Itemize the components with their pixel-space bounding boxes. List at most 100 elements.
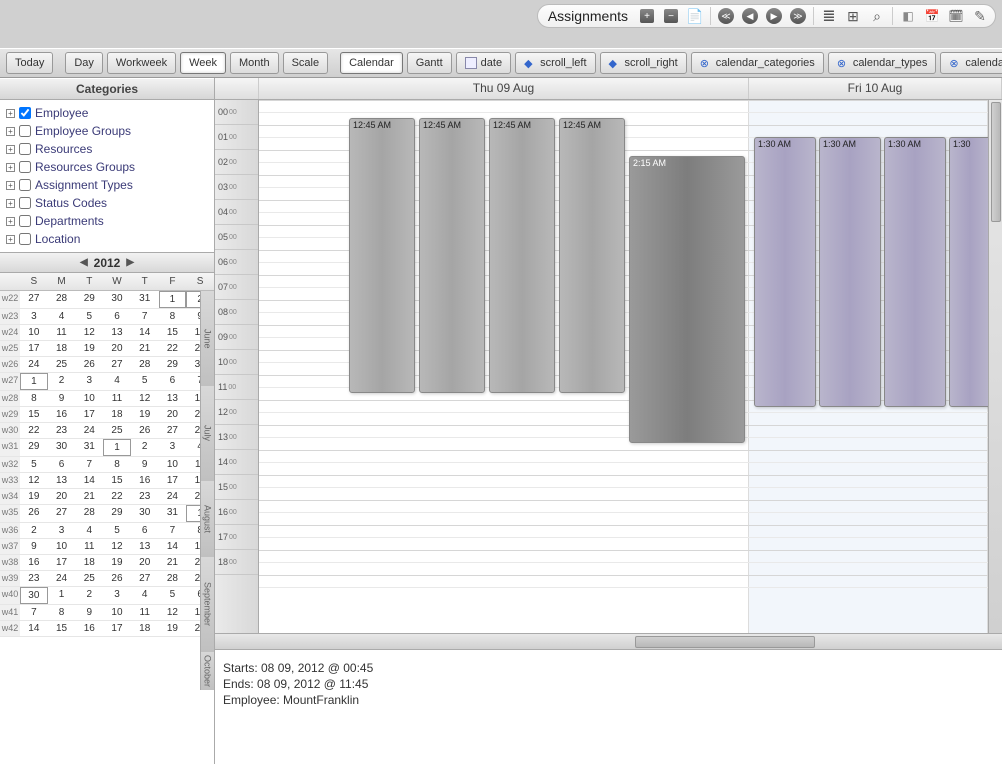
mini-cal-day[interactable]: 20 (131, 555, 159, 570)
mini-cal-day[interactable]: 7 (75, 457, 103, 472)
mini-cal-day[interactable]: 19 (103, 555, 131, 570)
zoom-icon[interactable]: ⌕ (868, 7, 886, 25)
mini-cal-day[interactable]: 30 (20, 587, 48, 604)
mini-cal-row[interactable]: w2410111213141516 (0, 325, 214, 341)
mini-cal-row[interactable]: w379101112131415 (0, 539, 214, 555)
calendar1-icon[interactable]: 📅 (923, 7, 941, 25)
mini-cal-day[interactable]: 20 (48, 489, 76, 504)
mini-cal-day[interactable]: 3 (103, 587, 131, 604)
mini-cal-day[interactable]: 19 (20, 489, 48, 504)
mini-cal-day[interactable]: 14 (131, 325, 159, 340)
mini-cal-day[interactable]: 9 (20, 539, 48, 554)
month-tab[interactable]: July (200, 386, 214, 481)
mini-cal-day[interactable]: 31 (131, 291, 159, 308)
mini-cal-day[interactable]: 25 (48, 357, 76, 372)
mini-cal-day[interactable]: 17 (20, 341, 48, 356)
mini-cal-day[interactable]: 12 (20, 473, 48, 488)
today-button[interactable]: Today (6, 52, 53, 74)
expand-icon[interactable]: + (6, 145, 15, 154)
mini-cal-day[interactable]: 24 (75, 423, 103, 438)
mini-cal-day[interactable]: 5 (159, 587, 187, 604)
mini-cal-day[interactable]: 8 (48, 605, 76, 620)
mini-cal-day[interactable]: 22 (159, 341, 187, 356)
mini-cal-day[interactable]: 5 (75, 309, 103, 324)
doc-icon[interactable]: 📄 (686, 7, 704, 25)
mini-cal-day[interactable]: 8 (159, 309, 187, 324)
calendar-event[interactable]: 12:45 AM (489, 118, 555, 393)
edit-icon[interactable]: ✎ (971, 7, 989, 25)
mini-cal-day[interactable]: 14 (75, 473, 103, 488)
mini-cal-day[interactable]: 26 (131, 423, 159, 438)
mini-cal-day[interactable]: 8 (103, 457, 131, 472)
month-tab[interactable]: October (200, 652, 214, 690)
mini-cal-day[interactable]: 21 (159, 555, 187, 570)
category-checkbox[interactable] (19, 179, 31, 191)
add-icon[interactable]: + (638, 7, 656, 25)
mini-cal-day[interactable]: 13 (131, 539, 159, 554)
mini-cal-day[interactable]: 30 (48, 439, 76, 456)
mini-cal-day[interactable]: 30 (103, 291, 131, 308)
mini-cal-row[interactable]: w22272829303112 (0, 291, 214, 309)
calendar-event[interactable]: 12:45 AM (559, 118, 625, 393)
day-header-thu[interactable]: Thu 09 Aug (259, 78, 749, 99)
mini-cal-day[interactable]: 14 (159, 539, 187, 554)
mini-cal-day[interactable]: 17 (159, 473, 187, 488)
mini-cal-day[interactable]: 24 (20, 357, 48, 372)
mini-cal-day[interactable]: 17 (48, 555, 76, 570)
mini-cal-day[interactable]: 6 (48, 457, 76, 472)
month-tab[interactable]: August (200, 481, 214, 557)
category-item[interactable]: + Departments (6, 212, 208, 230)
mini-cal-row[interactable]: w4178910111213 (0, 605, 214, 621)
category-item[interactable]: + Resources (6, 140, 208, 158)
mini-cal-row[interactable]: w4030123456 (0, 587, 214, 605)
mini-cal-row[interactable]: w271234567 (0, 373, 214, 391)
calendar-button[interactable]: Calendar (340, 52, 403, 74)
category-item[interactable]: + Employee (6, 104, 208, 122)
mini-cal-day[interactable]: 6 (159, 373, 187, 390)
eraser-icon[interactable]: ◧ (899, 7, 917, 25)
mini-cal-day[interactable]: 8 (20, 391, 48, 406)
next-icon[interactable]: ▶ (765, 7, 783, 25)
mini-cal-day[interactable]: 12 (103, 539, 131, 554)
category-item[interactable]: + Status Codes (6, 194, 208, 212)
calendar2-icon[interactable]: 🗓 (947, 7, 965, 25)
mini-cal-day[interactable]: 15 (20, 407, 48, 422)
mini-cal-day[interactable]: 23 (48, 423, 76, 438)
mini-cal-day[interactable]: 28 (75, 505, 103, 522)
vscroll-thumb[interactable] (991, 102, 1001, 222)
mini-cal-day[interactable]: 12 (131, 391, 159, 406)
mini-cal-day[interactable]: 18 (131, 621, 159, 636)
calendar-event[interactable]: 12:45 AM (419, 118, 485, 393)
mini-cal-day[interactable]: 11 (131, 605, 159, 620)
mini-cal-day[interactable]: 21 (75, 489, 103, 504)
mini-cal-day[interactable]: 31 (159, 505, 187, 522)
mini-cal-row[interactable]: w3923242526272829 (0, 571, 214, 587)
expand-icon[interactable]: + (6, 235, 15, 244)
mini-cal-day[interactable]: 4 (75, 523, 103, 538)
mini-cal-day[interactable]: 24 (159, 489, 187, 504)
category-item[interactable]: + Assignment Types (6, 176, 208, 194)
gantt-button[interactable]: Gantt (407, 52, 452, 74)
mini-cal-row[interactable]: w3419202122232425 (0, 489, 214, 505)
mini-cal-day[interactable]: 12 (75, 325, 103, 340)
mini-cal-day[interactable]: 7 (20, 605, 48, 620)
date-button[interactable]: date (456, 52, 511, 74)
expand-icon[interactable]: + (6, 163, 15, 172)
mini-cal-row[interactable]: w32567891011 (0, 457, 214, 473)
mini-cal-day[interactable]: 23 (20, 571, 48, 586)
mini-cal-day[interactable]: 30 (131, 505, 159, 522)
category-checkbox[interactable] (19, 233, 31, 245)
calendar-categories-button[interactable]: ⊗calendar_categories (691, 52, 824, 74)
remove-icon[interactable]: − (662, 7, 680, 25)
mini-cal-day[interactable]: 4 (48, 309, 76, 324)
mini-cal-day[interactable]: 2 (131, 439, 159, 456)
category-checkbox[interactable] (19, 161, 31, 173)
mini-cal-day[interactable]: 29 (20, 439, 48, 456)
calendar-event[interactable]: 1:30 AM (819, 137, 881, 407)
mini-cal-day[interactable]: 1 (20, 373, 48, 390)
mini-cal-day[interactable]: 3 (75, 373, 103, 390)
mini-cal-day[interactable]: 7 (131, 309, 159, 324)
expand-icon[interactable]: + (6, 109, 15, 118)
day-button[interactable]: Day (65, 52, 103, 74)
category-checkbox[interactable] (19, 107, 31, 119)
